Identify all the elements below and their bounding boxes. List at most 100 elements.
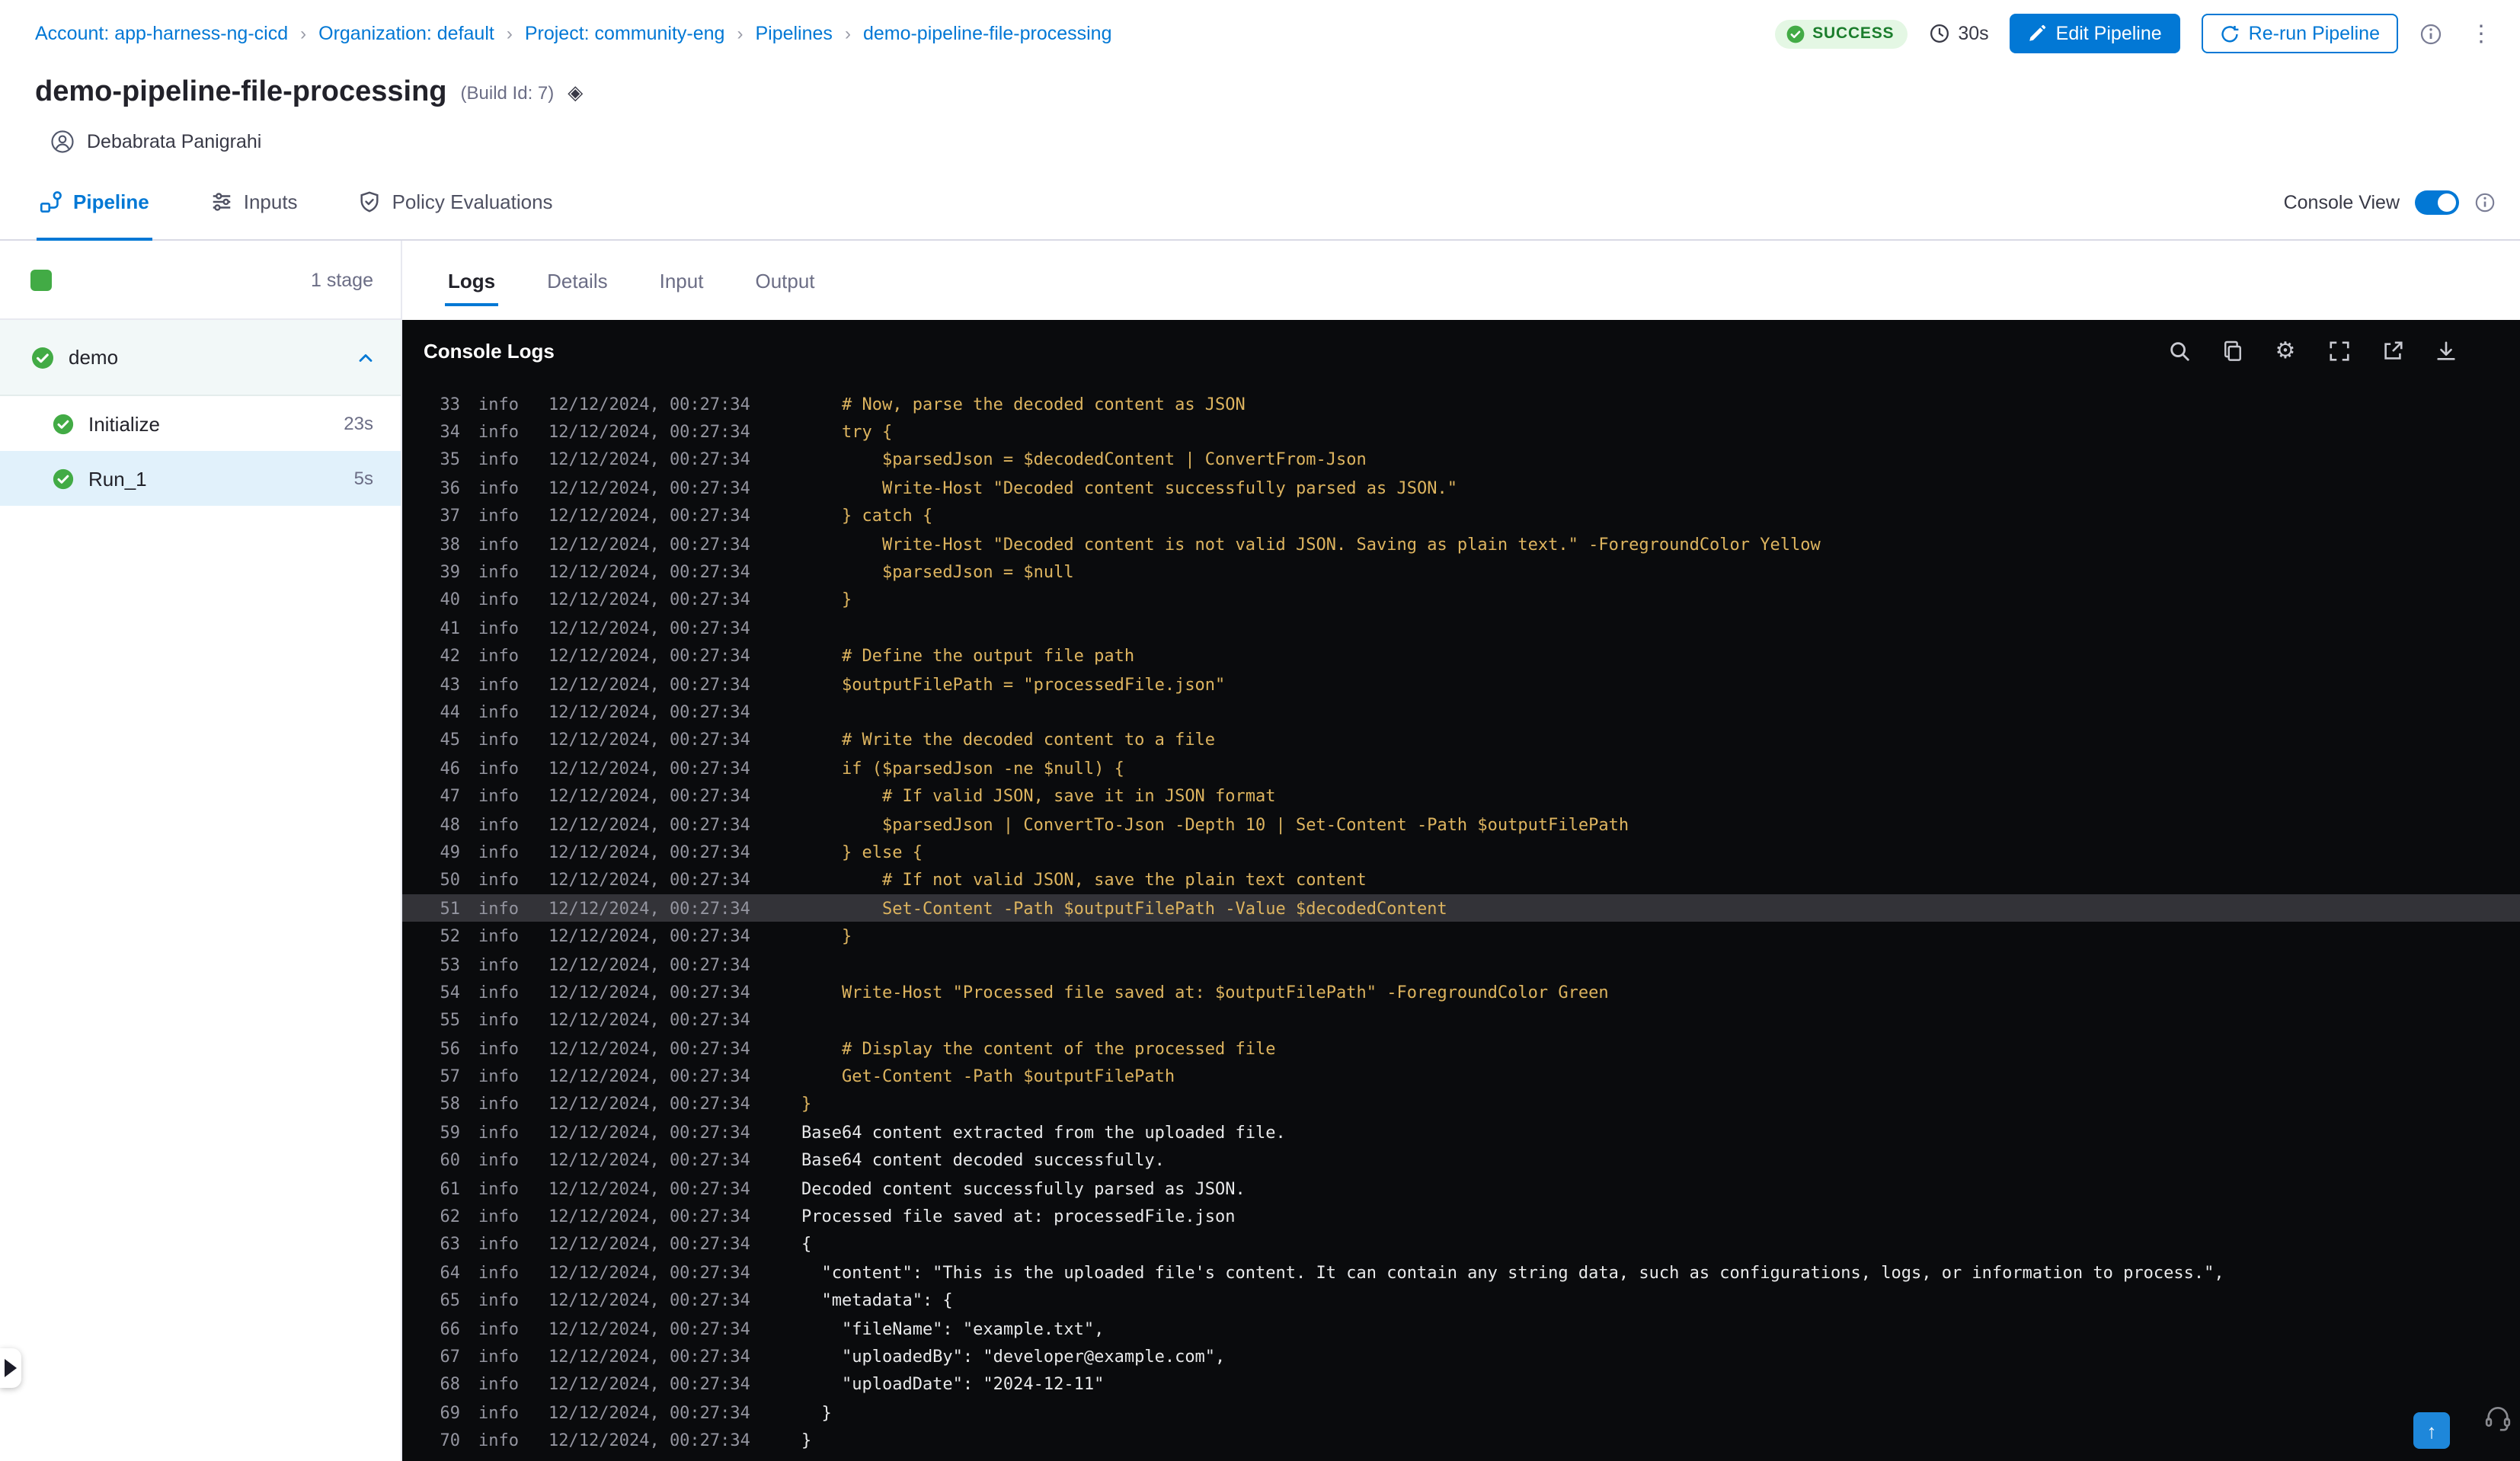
console-view-label: Console View [2283,191,2400,213]
stage-group-demo[interactable]: demo [0,320,401,396]
tab-output[interactable]: Output [755,241,814,320]
line-number: 46 [440,758,461,778]
download-icon[interactable] [2432,337,2459,364]
log-timestamp: 12/12/2024, 00:27:34 [548,618,750,638]
line-number: 53 [440,954,461,974]
line-number: 34 [440,422,461,443]
settings-icon[interactable]: ⚙ [2272,337,2299,364]
breadcrumb-row: Account: app-harness-ng-cicd › Organizatio… [0,0,2520,67]
log-timestamp: 12/12/2024, 00:27:34 [548,702,750,722]
log-level: info [478,1094,519,1114]
support-headset-icon[interactable] [2483,1403,2512,1440]
edit-pipeline-label: Edit Pipeline [2055,23,2162,44]
tab-label: Policy Evaluations [392,190,553,213]
log-line: 38 info 12/12/2024, 00:27:34 Write-Host … [402,530,2520,558]
line-number: 59 [440,1122,461,1143]
tab-pipeline[interactable]: Pipeline [37,165,152,241]
line-number: 63 [440,1234,461,1255]
line-number: 43 [440,674,461,695]
console-view-info-icon[interactable] [2474,191,2496,213]
rerun-icon [2221,24,2239,42]
line-number: 49 [440,842,461,862]
rerun-pipeline-button[interactable]: Re-run Pipeline [2201,14,2398,53]
log-level: info [478,1319,519,1339]
expand-triangle-icon [5,1359,17,1377]
log-level: info [478,478,519,498]
log-level: info [478,870,519,890]
log-message: # If valid JSON, save it in JSON format [801,786,1276,807]
duration-label: 30s [1958,23,1989,44]
log-level: info [478,562,519,583]
success-check-icon [53,468,74,489]
log-timestamp: 12/12/2024, 00:27:34 [548,1290,750,1311]
step-run_1[interactable]: Run_1 5s [0,451,401,506]
more-options-icon[interactable]: ⋮ [2464,20,2499,47]
main-tabbar-tabs: Pipeline Inputs Policy Evaluations [37,165,611,241]
log-timestamp: 12/12/2024, 00:27:34 [548,1010,750,1031]
line-number: 67 [440,1346,461,1367]
console-view-toggle[interactable] [2415,190,2459,214]
status-badge: SUCCESS [1774,19,1908,48]
chevron-up-icon[interactable] [355,347,376,368]
log-timestamp: 12/12/2024, 00:27:34 [548,562,750,583]
open-in-new-icon[interactable] [2378,337,2406,364]
info-icon[interactable] [2419,22,2442,45]
copy-icon[interactable] [2218,337,2246,364]
log-line: 65 info 12/12/2024, 00:27:34 "metadata":… [402,1287,2520,1315]
log-message: $parsedJson | ConvertTo-Json -Depth 10 |… [801,814,1629,835]
scroll-to-top-button[interactable]: ↑ [2413,1412,2450,1449]
log-timestamp: 12/12/2024, 00:27:34 [548,1319,750,1339]
search-icon[interactable] [2165,337,2192,364]
step-initialize[interactable]: Initialize 23s [0,396,401,451]
log-line: 56 info 12/12/2024, 00:27:34 # Display t… [402,1034,2520,1063]
pencil-icon [2029,24,2046,41]
log-level: info [478,1122,519,1143]
log-message: "fileName": "example.txt", [801,1319,1105,1339]
log-line: 34 info 12/12/2024, 00:27:34 try { [402,418,2520,446]
log-line: 33 info 12/12/2024, 00:27:34 # Now, pars… [402,390,2520,418]
log-timestamp: 12/12/2024, 00:27:34 [548,506,750,526]
log-line: 49 info 12/12/2024, 00:27:34 } else { [402,839,2520,867]
duration: 30s [1929,23,1989,44]
log-level: info [478,1374,519,1395]
console-panel: Console Logs ⚙ 33 info 12/12/2024, 00:27… [402,320,2520,1461]
breadcrumb-link[interactable]: Project: community-eng [525,23,725,44]
line-number: 55 [440,1010,461,1031]
line-number: 36 [440,478,461,498]
log-line: 40 info 12/12/2024, 00:27:34 } [402,586,2520,614]
tab-policy-evaluations[interactable]: Policy Evaluations [356,165,556,239]
tab-details[interactable]: Details [547,241,608,320]
tab-label: Inputs [243,190,298,213]
log-message: Decoded content successfully parsed as J… [801,1178,1246,1199]
log-level: info [478,1431,519,1451]
log-message: Write-Host "Processed file saved at: $ou… [801,982,1609,1002]
edit-pipeline-button[interactable]: Edit Pipeline [2010,14,2180,53]
fullscreen-icon[interactable] [2325,337,2352,364]
tab-logs[interactable]: Logs [444,241,499,320]
log-message: "content": "This is the uploaded file's … [801,1262,2224,1283]
log-line: 35 info 12/12/2024, 00:27:34 $parsedJson… [402,446,2520,475]
tab-inputs[interactable]: Inputs [207,165,301,239]
breadcrumb-link[interactable]: Pipelines [755,23,832,44]
log-line: 59 info 12/12/2024, 00:27:34 Base64 cont… [402,1118,2520,1146]
line-number: 37 [440,506,461,526]
console-header: Console Logs ⚙ [402,320,2520,381]
expand-panel-handle[interactable] [0,1348,21,1388]
breadcrumb-link[interactable]: demo-pipeline-file-processing [863,23,1112,44]
log-timestamp: 12/12/2024, 00:27:34 [548,1207,750,1227]
log-line: 55 info 12/12/2024, 00:27:34 [402,1006,2520,1034]
breadcrumb-separator-icon: › [300,23,307,44]
breadcrumb-separator-icon: › [737,23,744,44]
log-message: } [801,590,852,610]
log-line: 69 info 12/12/2024, 00:27:34 } [402,1399,2520,1427]
breadcrumb-link[interactable]: Organization: default [318,23,494,44]
log-line: 66 info 12/12/2024, 00:27:34 "fileName":… [402,1315,2520,1343]
breadcrumb-link[interactable]: Account: app-harness-ng-cicd [35,23,288,44]
line-number: 56 [440,1038,461,1059]
success-check-icon [32,347,53,368]
log-message: $parsedJson = $decodedContent | ConvertF… [801,449,1367,470]
step-duration: 5s [353,468,373,489]
tab-input[interactable]: Input [660,241,704,320]
log-level: info [478,1010,519,1031]
log-area: 33 info 12/12/2024, 00:27:34 # Now, pars… [402,381,2520,1461]
